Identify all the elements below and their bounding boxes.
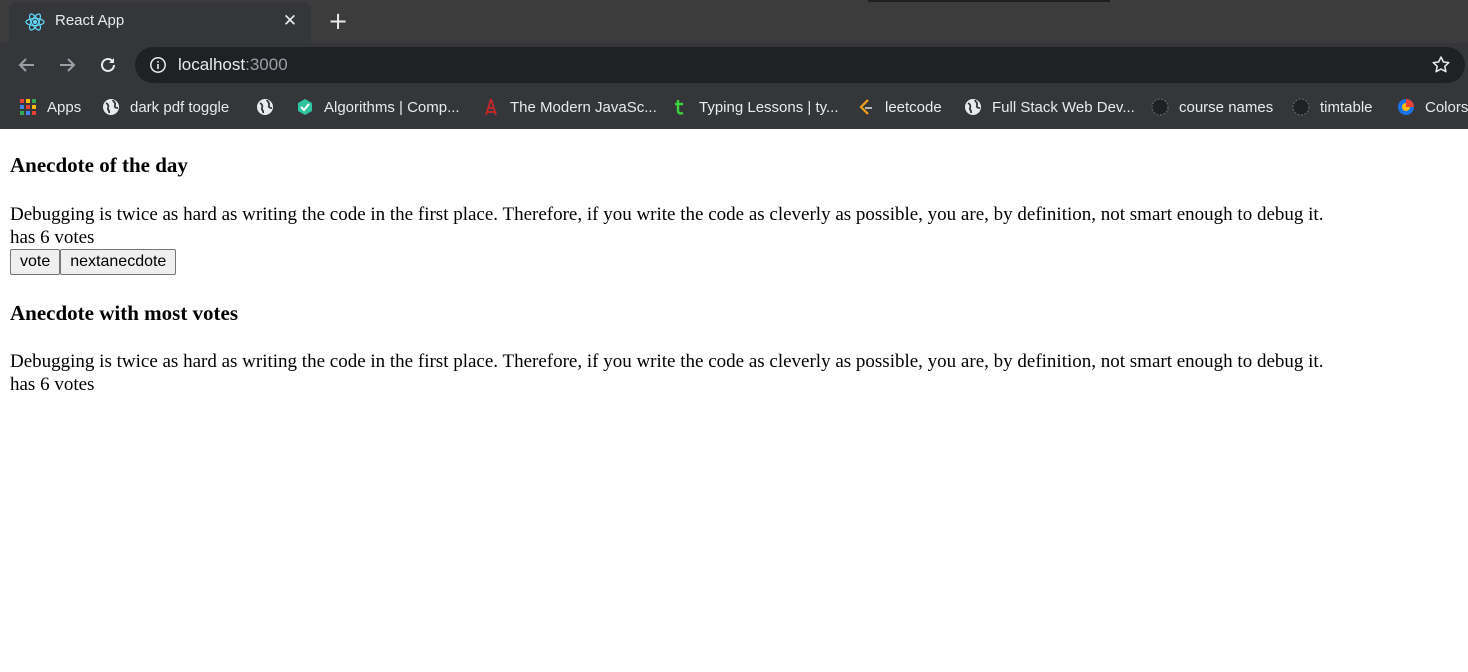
typing-icon — [675, 100, 684, 115]
bookmark-dark-pdf-toggle[interactable]: dark pdf toggle — [102, 96, 229, 118]
info-icon[interactable] — [149, 56, 167, 74]
bookmark-colors[interactable]: Colors — [1397, 96, 1468, 118]
button-row: vote nextanecdote — [10, 249, 177, 275]
most-votes-count: has 6 votes — [10, 374, 95, 395]
browser-chrome: React App ✕ + localhost:3000 Apps dark p… — [0, 0, 1468, 129]
bookmark-typing-lessons[interactable]: Typing Lessons | ty... — [671, 96, 839, 118]
bookmark-star-icon[interactable] — [1431, 55, 1451, 75]
geeks-icon — [298, 99, 312, 115]
bookmark-modern-javascript[interactable]: The Modern JavaSc... — [482, 96, 657, 118]
bookmark-algorithms[interactable]: Algorithms | Comp... — [296, 96, 460, 118]
apps-grid-icon — [20, 99, 36, 115]
bookmark-apps[interactable]: Apps — [19, 96, 81, 118]
leetcode-icon — [859, 99, 872, 115]
next-anecdote-button[interactable]: nextanecdote — [60, 249, 177, 275]
bookmarks-bar: Apps dark pdf toggle Algorithms | Comp..… — [0, 87, 1468, 129]
tab-strip: React App ✕ + — [0, 0, 1468, 43]
bookmark-globe[interactable] — [256, 96, 284, 118]
anecdote-of-day-heading: Anecdote of the day — [10, 153, 188, 177]
react-icon — [25, 13, 45, 31]
bookmark-timtable[interactable]: timtable — [1292, 96, 1373, 118]
tab-react-app[interactable]: React App ✕ — [9, 2, 311, 43]
bookmark-course-names[interactable]: course names — [1151, 96, 1273, 118]
globe-icon — [965, 99, 981, 115]
globe-icon — [103, 99, 119, 115]
reload-icon[interactable] — [94, 51, 122, 79]
colors-icon — [1398, 99, 1414, 115]
close-tab-icon[interactable]: ✕ — [279, 10, 301, 32]
most-votes-anecdote-text: Debugging is twice as hard as writing th… — [10, 351, 1324, 372]
globe-icon — [257, 99, 273, 115]
address-bar[interactable]: localhost:3000 — [135, 47, 1465, 83]
anecdote-of-day-text: Debugging is twice as hard as writing th… — [10, 204, 1324, 225]
github-icon — [1151, 98, 1169, 116]
anecdote-of-day-votes: has 6 votes — [10, 227, 95, 248]
bookmark-leetcode[interactable]: leetcode — [857, 96, 942, 118]
bookmark-full-stack[interactable]: Full Stack Web Dev... — [964, 96, 1135, 118]
github-icon — [1292, 98, 1310, 116]
tower-icon — [485, 98, 497, 116]
url-text: localhost:3000 — [178, 55, 288, 74]
forward-icon[interactable] — [53, 51, 81, 79]
toolbar: localhost:3000 — [0, 43, 1468, 87]
tab-title: React App — [55, 12, 125, 29]
most-votes-heading: Anecdote with most votes — [10, 301, 239, 325]
new-tab-button[interactable]: + — [326, 9, 350, 33]
vote-button[interactable]: vote — [10, 249, 61, 275]
back-icon[interactable] — [13, 51, 41, 79]
